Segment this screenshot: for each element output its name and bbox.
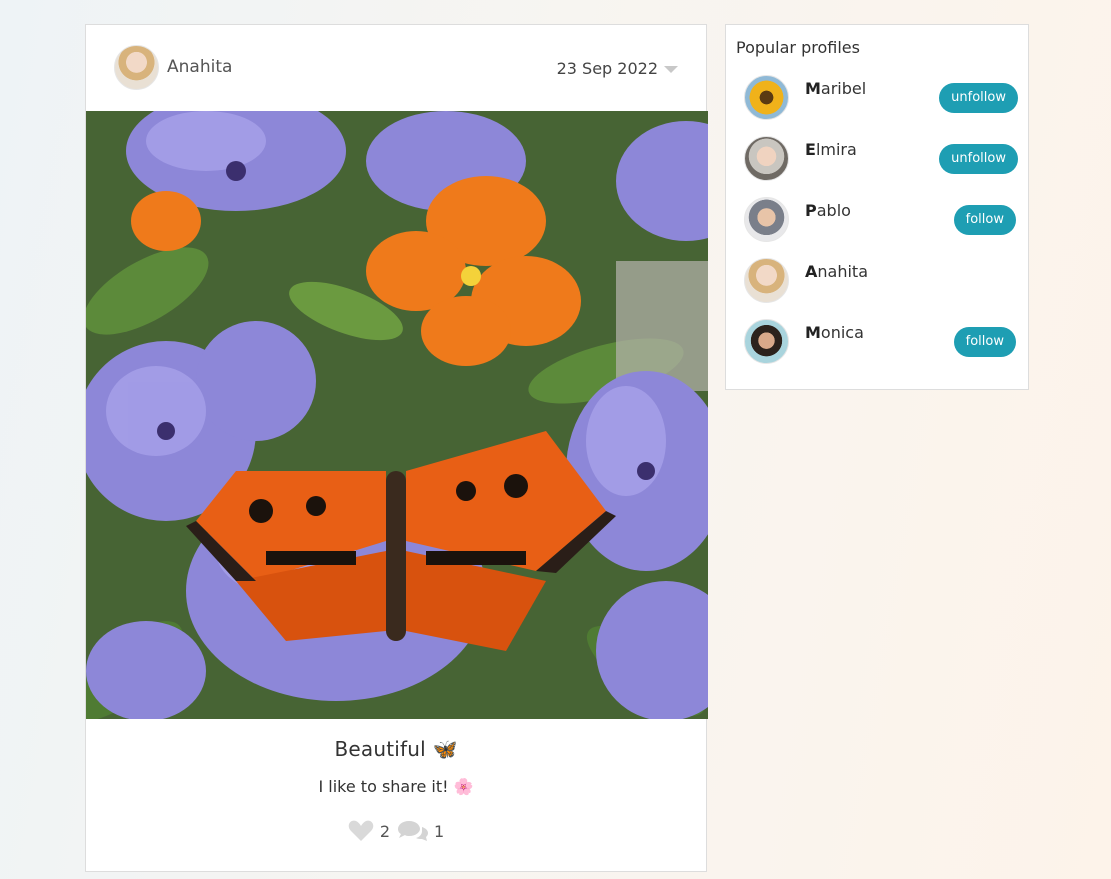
post-header: Anahita 23 Sep 2022 — [86, 25, 706, 111]
post-stats: 2 1 — [86, 819, 706, 843]
profile-name[interactable]: Elmira — [805, 140, 857, 159]
post-image — [86, 111, 708, 719]
avatar[interactable] — [744, 319, 789, 364]
popular-profiles-panel: Popular profiles Maribel unfollow Elmira… — [725, 24, 1029, 390]
profile-item: Pablo follow — [744, 197, 1016, 243]
profile-item: Anahita — [744, 258, 1016, 304]
sidebar-title: Popular profiles — [736, 38, 860, 57]
comment-count: 1 — [434, 821, 445, 841]
comment-icon[interactable] — [398, 819, 428, 843]
post-title: Beautiful 🦋 — [334, 737, 458, 761]
unfollow-button[interactable]: unfollow — [939, 83, 1018, 113]
chevron-down-icon[interactable] — [664, 66, 678, 73]
author-avatar[interactable] — [114, 45, 159, 90]
avatar[interactable] — [744, 258, 789, 303]
post-card: Anahita 23 Sep 2022 Beautiful 🦋 I like t… — [85, 24, 708, 872]
profile-name[interactable]: Monica — [805, 323, 864, 342]
profile-item: Monica follow — [744, 319, 1016, 365]
follow-button[interactable]: follow — [953, 205, 1016, 235]
unfollow-button[interactable]: unfollow — [939, 144, 1018, 174]
post-author-name[interactable]: Anahita — [167, 57, 232, 77]
avatar[interactable] — [744, 197, 789, 242]
avatar[interactable] — [744, 136, 789, 181]
profile-item: Maribel unfollow — [744, 75, 1018, 121]
heart-icon[interactable] — [348, 820, 374, 842]
profile-name[interactable]: Maribel — [805, 79, 866, 98]
like-count: 2 — [379, 821, 390, 841]
profile-name[interactable]: Anahita — [805, 262, 868, 281]
post-text: I like to share it! 🌸 — [318, 777, 474, 796]
post-date: 23 Sep 2022 — [556, 59, 658, 78]
profile-name[interactable]: Pablo — [805, 201, 851, 220]
profile-item: Elmira unfollow — [744, 136, 1018, 182]
follow-button[interactable]: follow — [953, 327, 1016, 357]
avatar[interactable] — [744, 75, 789, 120]
